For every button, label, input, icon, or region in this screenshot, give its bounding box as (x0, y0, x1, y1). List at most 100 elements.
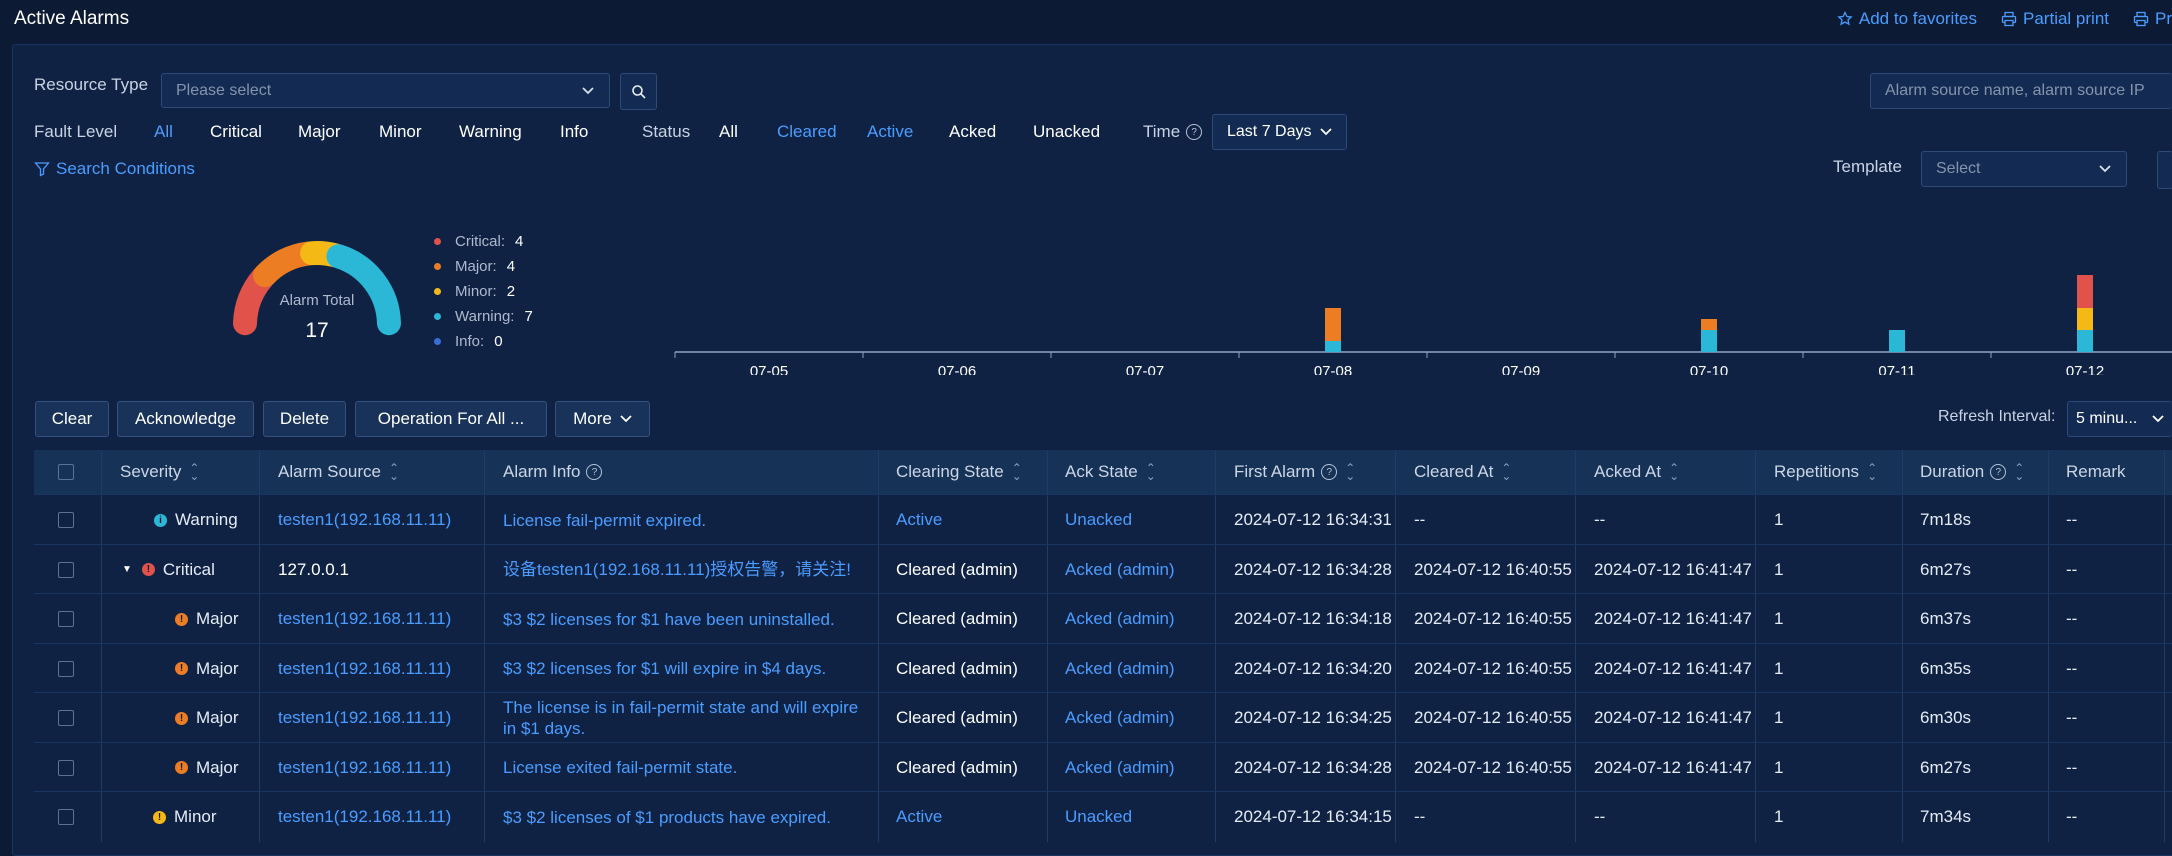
ack-state-cell[interactable]: Acked (admin) (1065, 644, 1175, 693)
add-to-favorites-button[interactable]: Add to favorites (1837, 9, 1977, 29)
column-ack-state[interactable]: Ack State ⌃ ⌄ (1065, 450, 1156, 494)
table-row[interactable]: i Warning testen1(192.168.11.11) License fa… (34, 494, 2172, 545)
resource-type-select[interactable]: Please select (161, 73, 610, 108)
alarm-source-cell[interactable]: testen1(192.168.11.11) (278, 594, 451, 644)
ack-state-text[interactable]: Acked (admin) (1065, 708, 1175, 728)
row-checkbox[interactable] (58, 743, 74, 792)
more-button[interactable]: More (555, 401, 650, 437)
ack-state-cell[interactable]: Unacked (1065, 792, 1132, 842)
bar-warning-07-10[interactable] (1701, 330, 1717, 352)
fault-level-minor[interactable]: Minor (379, 122, 459, 142)
row-checkbox[interactable] (58, 594, 74, 644)
ack-state-cell[interactable]: Acked (admin) (1065, 743, 1175, 792)
alarm-info-text[interactable]: The license is in fail-permit state and … (503, 697, 873, 739)
fault-level-critical[interactable]: Critical (210, 122, 298, 142)
column-clearing-state[interactable]: Clearing State ⌃ ⌄ (896, 450, 1022, 494)
time-range-select[interactable]: Last 7 Days (1212, 114, 1347, 150)
acknowledge-button[interactable]: Acknowledge (117, 401, 254, 437)
column-duration[interactable]: Duration? ⌃ ⌄ (1920, 450, 2024, 494)
alarm-source-text[interactable]: testen1(192.168.11.11) (278, 807, 451, 827)
bar-warning-07-11[interactable] (1889, 330, 1905, 352)
alarm-info-cell[interactable]: $3 $2 licenses for $1 will expire in $4 … (503, 644, 873, 693)
row-checkbox[interactable] (58, 495, 74, 545)
alarm-source-cell[interactable]: testen1(192.168.11.11) (278, 495, 451, 545)
alarm-source-cell[interactable]: testen1(192.168.11.11) (278, 693, 451, 743)
column-first-alarm[interactable]: First Alarm? ⌃ ⌄ (1234, 450, 1355, 494)
select-all-checkbox[interactable] (58, 450, 74, 494)
partial-print-button[interactable]: Partial print (2001, 9, 2109, 29)
table-row[interactable]: ! Major testen1(192.168.11.11) $3 $2 licens… (34, 593, 2172, 644)
alarm-source-text[interactable]: testen1(192.168.11.11) (278, 758, 451, 778)
delete-button[interactable]: Delete (263, 401, 346, 437)
ack-state-cell[interactable]: Acked (admin) (1065, 545, 1175, 594)
alarm-info-text[interactable]: License fail-permit expired. (503, 510, 706, 531)
status-all[interactable]: All (719, 122, 777, 142)
alarm-info-cell[interactable]: $3 $2 licenses of $1 products have expir… (503, 792, 873, 842)
table-row[interactable]: ▼! Critical 127.0.0.1 设备testen1(192.168.11.… (34, 544, 2172, 594)
alarm-info-cell[interactable]: $3 $2 licenses for $1 have been uninstal… (503, 594, 873, 644)
resource-search-button[interactable] (620, 73, 657, 110)
alarm-source-text[interactable]: testen1(192.168.11.11) (278, 510, 451, 530)
alarm-source-cell[interactable]: testen1(192.168.11.11) (278, 792, 451, 842)
bar-warning-07-08[interactable] (1325, 341, 1341, 352)
alarm-source-search-input[interactable]: Alarm source name, alarm source IP (1870, 73, 2172, 109)
ack-state-text[interactable]: Acked (admin) (1065, 659, 1175, 679)
status-active[interactable]: Active (867, 122, 949, 142)
row-checkbox[interactable] (58, 644, 74, 693)
column-severity[interactable]: Severity ⌃ ⌄ (120, 450, 199, 494)
alarm-source-cell[interactable]: testen1(192.168.11.11) (278, 743, 451, 792)
alarm-info-text[interactable]: 设备testen1(192.168.11.11)授权告警，请关注! (503, 559, 851, 580)
ack-state-text[interactable]: Acked (admin) (1065, 560, 1175, 580)
column-alarm-source[interactable]: Alarm Source ⌃ ⌄ (278, 450, 399, 494)
bar-critical-07-12[interactable] (2077, 275, 2093, 308)
ack-state-text[interactable]: Acked (admin) (1065, 609, 1175, 629)
table-row[interactable]: ! Major testen1(192.168.11.11) The license … (34, 692, 2172, 743)
bar-major-07-10[interactable] (1701, 319, 1717, 330)
ack-state-cell[interactable]: Acked (admin) (1065, 594, 1175, 644)
alarm-info-cell[interactable]: License fail-permit expired. (503, 495, 873, 545)
bar-warning-07-12[interactable] (2077, 330, 2093, 352)
table-row[interactable]: ! Major testen1(192.168.11.11) License exit… (34, 742, 2172, 792)
template-select[interactable]: Select (1921, 151, 2127, 187)
status-acked[interactable]: Acked (949, 122, 1033, 142)
status-unacked[interactable]: Unacked (1033, 122, 1143, 142)
clear-button[interactable]: Clear (35, 401, 109, 437)
refresh-interval-select[interactable]: 5 minu... (2067, 401, 2172, 437)
operation-for-all-button[interactable]: Operation For All ... (355, 401, 547, 437)
alarm-info-text[interactable]: $3 $2 licenses for $1 will expire in $4 … (503, 658, 826, 679)
ack-state-text[interactable]: Acked (admin) (1065, 758, 1175, 778)
row-checkbox[interactable] (58, 792, 74, 842)
ack-state-text[interactable]: Unacked (1065, 510, 1132, 530)
search-conditions-link[interactable]: Search Conditions (34, 159, 195, 179)
bar-major-07-08[interactable] (1325, 308, 1341, 341)
collapse-caret-icon[interactable]: ▼ (122, 564, 132, 575)
template-settings-button[interactable] (2157, 151, 2172, 189)
alarm-info-text[interactable]: $3 $2 licenses of $1 products have expir… (503, 807, 831, 828)
alarm-info-cell[interactable]: License exited fail-permit state. (503, 743, 873, 792)
fault-level-major[interactable]: Major (298, 122, 379, 142)
status-cleared[interactable]: Cleared (777, 122, 867, 142)
alarm-source-text[interactable]: testen1(192.168.11.11) (278, 708, 451, 728)
alarm-source-text[interactable]: testen1(192.168.11.11) (278, 659, 451, 679)
alarm-info-text[interactable]: $3 $2 licenses for $1 have been uninstal… (503, 609, 835, 630)
alarm-source-text[interactable]: testen1(192.168.11.11) (278, 609, 451, 629)
table-row[interactable]: ! Major testen1(192.168.11.11) $3 $2 licens… (34, 643, 2172, 693)
column-repetitions[interactable]: Repetitions ⌃ ⌄ (1774, 450, 1877, 494)
alarm-info-text[interactable]: License exited fail-permit state. (503, 757, 737, 778)
column-acked-at[interactable]: Acked At ⌃ ⌄ (1594, 450, 1679, 494)
alarm-source-cell[interactable]: testen1(192.168.11.11) (278, 644, 451, 693)
ack-state-text[interactable]: Unacked (1065, 807, 1132, 827)
ack-state-cell[interactable]: Unacked (1065, 495, 1132, 545)
print-button[interactable]: Pr (2133, 9, 2172, 29)
alarm-info-cell[interactable]: The license is in fail-permit state and … (503, 693, 873, 743)
fault-level-info[interactable]: Info (560, 122, 642, 142)
row-checkbox[interactable] (58, 545, 74, 594)
ack-state-cell[interactable]: Acked (admin) (1065, 693, 1175, 743)
column-cleared-at[interactable]: Cleared At ⌃ ⌄ (1414, 450, 1511, 494)
table-row[interactable]: ! Minor testen1(192.168.11.11) $3 $2 licens… (34, 791, 2172, 842)
alarm-info-cell[interactable]: 设备testen1(192.168.11.11)授权告警，请关注! (503, 545, 873, 594)
bar-minor-07-12[interactable] (2077, 308, 2093, 330)
row-checkbox[interactable] (58, 693, 74, 743)
fault-level-warning[interactable]: Warning (459, 122, 560, 142)
fault-level-all[interactable]: All (154, 122, 210, 142)
